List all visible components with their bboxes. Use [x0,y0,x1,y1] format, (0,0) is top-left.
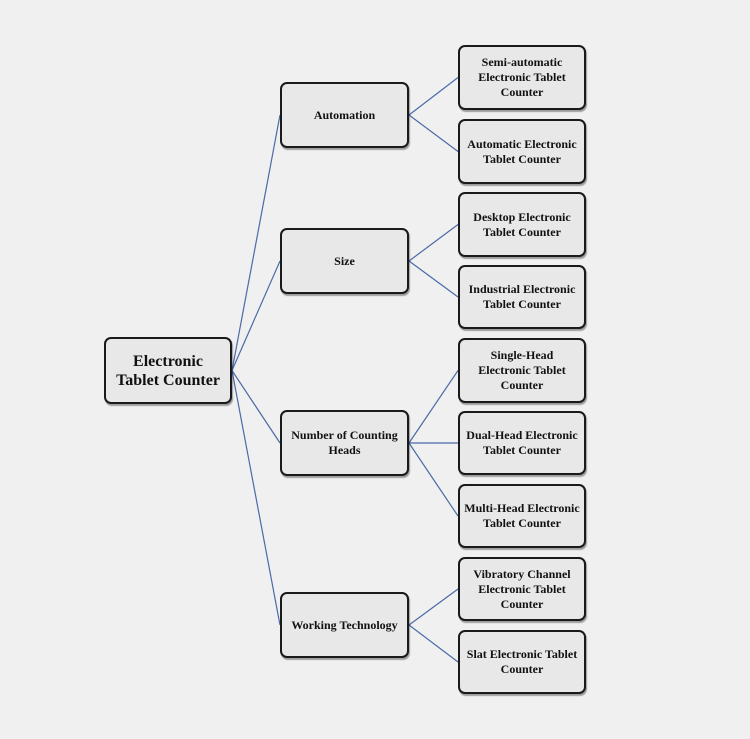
leaf-multi-head: Multi-Head Electronic Tablet Counter [458,484,586,548]
leaf-dual-head: Dual-Head Electronic Tablet Counter [458,411,586,475]
leaf-label: Vibratory Channel Electronic Tablet Coun… [473,566,571,611]
leaf-label: Multi-Head Electronic Tablet Counter [464,501,580,530]
connector-category-to-leaf [408,114,459,152]
leaf-vibratory-channel: Vibratory Channel Electronic Tablet Coun… [458,557,586,621]
category-working-technology: Working Technology [280,592,409,658]
category-automation: Automation [280,82,409,148]
category-counting-heads: Number of Counting Heads [280,410,409,476]
connector-root-to-category [231,260,281,371]
leaf-single-head: Single-Head Electronic Tablet Counter [458,338,586,403]
connector-category-to-leaf [408,260,459,298]
connector-category-to-leaf [408,588,459,626]
leaf-slat: Slat Electronic Tablet Counter [458,630,586,694]
connector-category-to-leaf [408,224,459,262]
connector-root-to-category [231,114,281,371]
leaf-label: Automatic Electronic Tablet Counter [467,136,577,166]
leaf-label: Desktop Electronic Tablet Counter [473,209,571,239]
category-label: Size [334,253,355,268]
leaf-label: Dual-Head Electronic Tablet Counter [466,428,578,457]
leaf-desktop: Desktop Electronic Tablet Counter [458,192,586,257]
leaf-semi-automatic: Semi-automatic Electronic Tablet Counter [458,45,586,110]
root-label: Electronic Tablet Counter [116,352,220,389]
leaf-industrial: Industrial Electronic Tablet Counter [458,265,586,329]
leaf-label: Single-Head Electronic Tablet Counter [478,348,566,392]
connector-category-to-leaf [408,624,459,663]
connector-category-to-leaf [408,77,459,116]
leaf-label: Semi-automatic Electronic Tablet Counter [478,55,566,99]
category-size: Size [280,228,409,294]
category-label: Number of Counting Heads [291,428,398,457]
category-label: Working Technology [291,617,398,632]
root-node: Electronic Tablet Counter [104,337,232,404]
connector-category-to-leaf [408,442,459,517]
category-label: Automation [313,107,376,122]
connector-category-to-leaf [408,370,459,444]
leaf-label: Slat Electronic Tablet Counter [466,647,578,676]
connector-root-to-category [231,370,281,626]
leaf-automatic: Automatic Electronic Tablet Counter [458,119,586,184]
leaf-label: Industrial Electronic Tablet Counter [468,282,576,311]
